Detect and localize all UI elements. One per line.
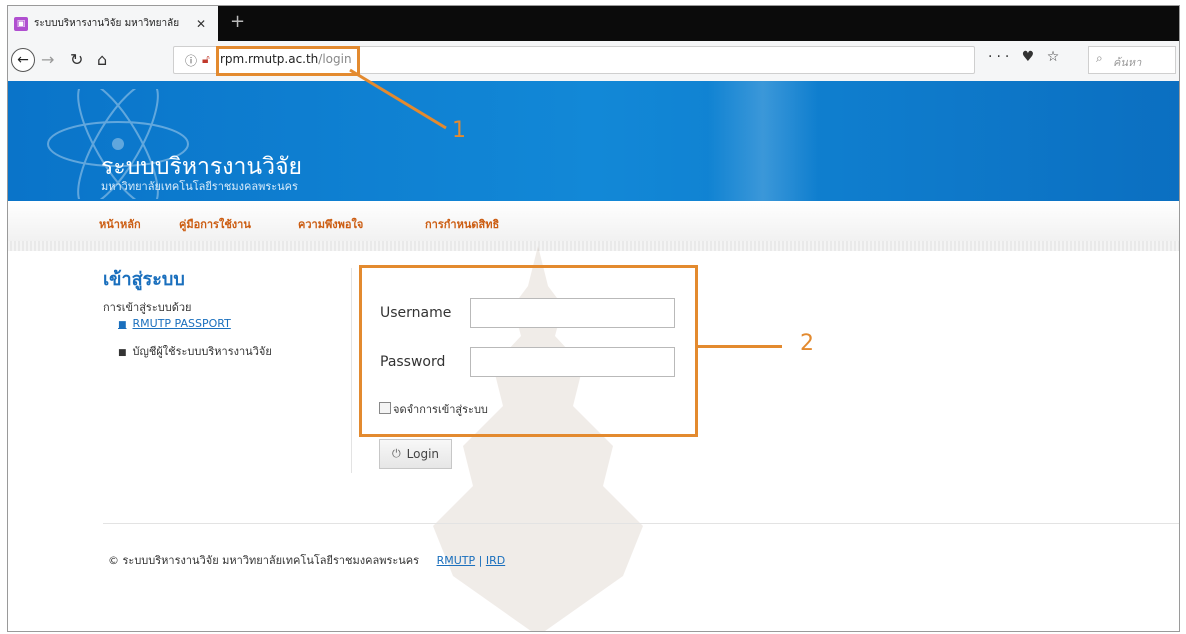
power-icon: ⏻ xyxy=(391,447,401,460)
column-divider xyxy=(351,268,352,473)
tab-strip: ▣ ระบบบริหารงานวิจัย มหาวิทยาลัย ✕ + xyxy=(8,6,1179,41)
site-header: ระบบบริหารงานวิจัย มหาวิทยาลัยเทคโนโลยีร… xyxy=(8,81,1179,201)
login-option-local-label: บัญชีผู้ใช้ระบบบริหารงานวิจัย xyxy=(132,345,272,358)
footer-link-rmutp[interactable]: RMUTP xyxy=(437,554,476,567)
footer-separator: | xyxy=(478,554,483,567)
header-glow xyxy=(708,81,818,201)
annotation-marker-1: 1 xyxy=(452,118,466,143)
navigation-bar: ← → ↻ ⌂ ⓘ 🔓︎ rpm.rmutp.ac.th/login ··· ♥… xyxy=(8,41,1179,82)
login-heading: เข้าสู่ระบบ xyxy=(103,269,185,290)
tab-title: ระบบบริหารงานวิจัย มหาวิทยาลัย xyxy=(34,18,180,29)
footer-divider xyxy=(103,523,1179,524)
login-button-label: Login xyxy=(406,447,440,461)
login-form-highlight-box xyxy=(359,265,698,437)
insecure-lock-icon[interactable]: 🔓︎ xyxy=(202,52,210,67)
menu-item-permissions[interactable]: การกำหนดสิทธิ xyxy=(425,215,499,233)
menu-item-home[interactable]: หน้าหลัก xyxy=(99,215,141,233)
forward-button[interactable]: → xyxy=(41,51,54,69)
browser-window: ▣ ระบบบริหารงานวิจัย มหาวิทยาลัย ✕ + ← →… xyxy=(7,5,1180,632)
search-placeholder: ค้นหา xyxy=(1113,56,1142,69)
home-button[interactable]: ⌂ xyxy=(97,51,107,69)
menu-item-satisfaction[interactable]: ความพึงพอใจ xyxy=(298,215,363,233)
close-tab-icon[interactable]: ✕ xyxy=(196,17,206,31)
site-favicon-icon: ▣ xyxy=(14,16,28,31)
login-with-label: การเข้าสู่ระบบด้วย xyxy=(103,301,192,314)
browser-search-box[interactable]: ⌕ ค้นหา xyxy=(1088,46,1176,74)
login-button[interactable]: ⏻ Login xyxy=(379,439,452,469)
bullet-icon: ■ xyxy=(118,348,127,358)
bullet-icon: ■ xyxy=(118,320,127,330)
search-icon: ⌕ xyxy=(1096,51,1103,65)
login-option-local: ■ บัญชีผู้ใช้ระบบบริหารงานวิจัย xyxy=(118,342,272,360)
page-actions[interactable]: ··· ♥ ☆ xyxy=(988,49,1063,65)
info-icon[interactable]: ⓘ xyxy=(185,52,197,69)
menu-item-manual[interactable]: คู่มือการใช้งาน xyxy=(179,215,251,233)
reload-button[interactable]: ↻ xyxy=(70,51,83,69)
browser-tab[interactable]: ▣ ระบบบริหารงานวิจัย มหาวิทยาลัย ✕ xyxy=(8,6,218,41)
login-option-passport[interactable]: ■ RMUTP PASSPORT xyxy=(118,317,231,330)
url-highlight-box xyxy=(216,46,360,76)
footer: © ระบบบริหารงานวิจัย มหาวิทยาลัยเทคโนโลย… xyxy=(108,551,505,569)
footer-link-ird[interactable]: IRD xyxy=(486,554,505,567)
back-button[interactable]: ← xyxy=(11,48,35,72)
main-menu: หน้าหลัก คู่มือการใช้งาน ความพึงพอใจ การ… xyxy=(8,201,1179,242)
annotation-marker-2: 2 xyxy=(800,331,814,356)
login-option-passport-label[interactable]: RMUTP PASSPORT xyxy=(133,317,231,330)
annotation-arrow-1 xyxy=(349,68,447,130)
site-subtitle: มหาวิทยาลัยเทคโนโลยีราชมงคลพระนคร xyxy=(101,180,298,193)
new-tab-button[interactable]: + xyxy=(230,13,245,31)
annotation-line-2 xyxy=(698,345,782,348)
footer-text: © ระบบบริหารงานวิจัย มหาวิทยาลัยเทคโนโลย… xyxy=(108,554,420,567)
